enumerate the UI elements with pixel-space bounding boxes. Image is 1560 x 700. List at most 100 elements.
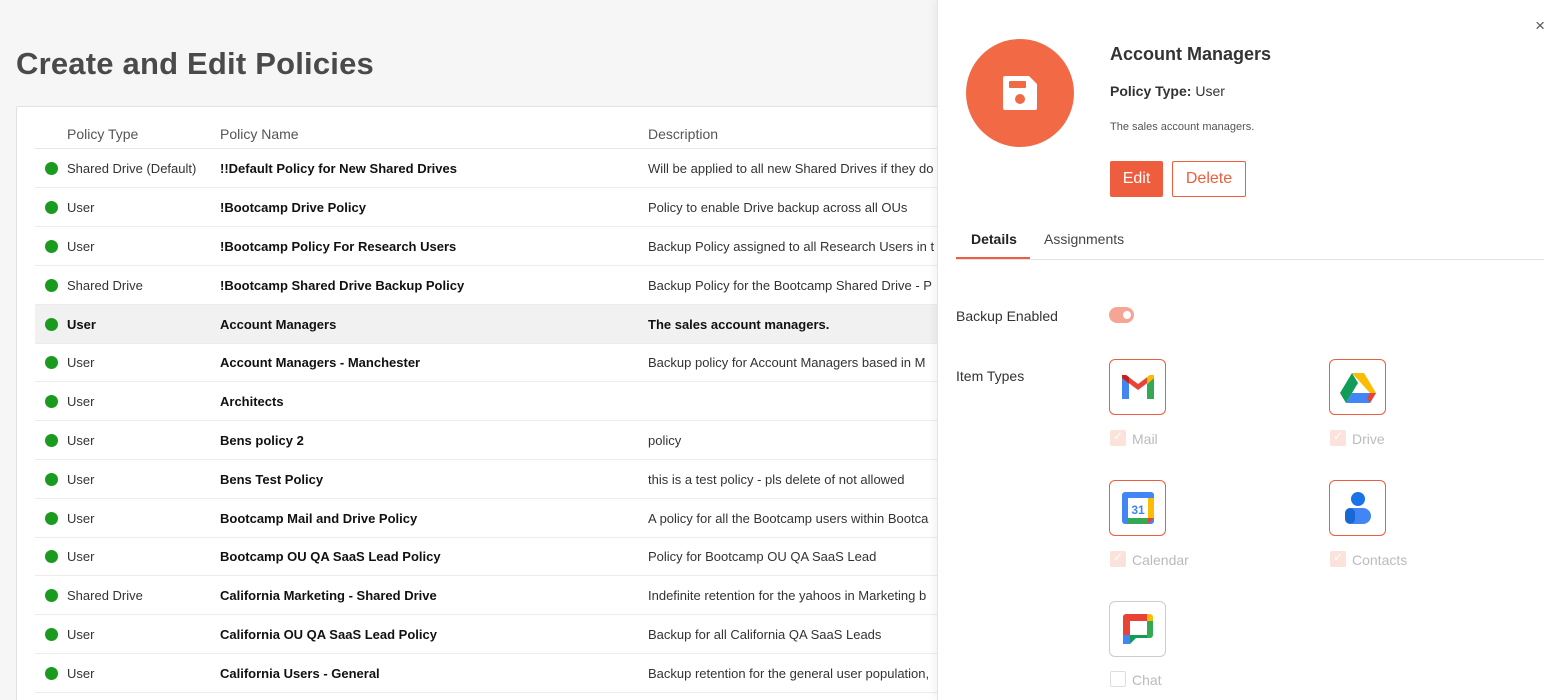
save-icon — [1003, 76, 1037, 110]
row-description: Backup for all California QA SaaS Leads — [648, 627, 882, 642]
row-policy-type: User — [67, 200, 95, 215]
google-drive-icon — [1339, 373, 1376, 403]
row-policy-type: Shared Drive — [67, 278, 143, 293]
row-policy-type: User — [67, 627, 95, 642]
row-policy-type: User — [67, 472, 95, 487]
item-types-label: Item Types — [956, 368, 1025, 384]
row-policy-name: California OU QA SaaS Lead Policy — [220, 627, 437, 642]
close-icon[interactable]: × — [1535, 16, 1545, 36]
tab-active-indicator — [956, 257, 1030, 259]
row-description: Backup retention for the general user po… — [648, 666, 930, 681]
status-dot — [45, 434, 58, 447]
contacts-tile[interactable] — [1329, 480, 1386, 536]
google-chat-icon — [1122, 614, 1153, 644]
row-description: The sales account managers. — [648, 317, 830, 332]
status-dot — [45, 356, 58, 369]
status-dot — [45, 240, 58, 253]
calendar-tile[interactable]: 31 — [1109, 480, 1166, 536]
policy-type-label: Policy Type: — [1110, 83, 1192, 99]
row-policy-name: Bootcamp Mail and Drive Policy — [220, 511, 418, 526]
policy-description: The sales account managers. — [1110, 121, 1255, 133]
table-row[interactable]: User Bootcamp OU QA SaaS Lead Policy Pol… — [35, 537, 955, 576]
row-description: Policy for Bootcamp OU QA SaaS Lead — [648, 549, 877, 564]
table-row[interactable]: User California Users - General Backup r… — [35, 654, 955, 693]
row-policy-name: Account Managers — [220, 317, 337, 332]
row-policy-type: User — [67, 433, 95, 448]
google-contacts-icon — [1344, 492, 1371, 524]
table-row[interactable]: Shared Drive California Marketing - Shar… — [35, 576, 955, 615]
row-policy-type: User — [67, 511, 95, 526]
status-dot — [45, 589, 58, 602]
row-policy-name: !!Default Policy for New Shared Drives — [220, 161, 457, 176]
status-dot — [45, 395, 58, 408]
row-policy-name: !Bootcamp Policy For Research Users — [220, 239, 457, 254]
header-description[interactable]: Description — [648, 126, 718, 142]
table-row[interactable]: User Architects — [35, 382, 955, 421]
table-row[interactable]: User California OU QA SaaS Lead Policy B… — [35, 615, 955, 654]
row-policy-name: Account Managers - Manchester — [220, 355, 421, 370]
backup-enabled-toggle[interactable] — [1109, 307, 1134, 323]
row-policy-name: !Bootcamp Drive Policy — [220, 200, 366, 215]
row-description: Backup policy for Account Managers based… — [648, 355, 926, 370]
row-policy-name: !Bootcamp Shared Drive Backup Policy — [220, 278, 465, 293]
page-title: Create and Edit Policies — [16, 46, 374, 81]
row-description: Policy to enable Drive backup across all… — [648, 200, 908, 215]
contacts-label: Contacts — [1352, 552, 1408, 568]
row-policy-type: User — [67, 666, 95, 681]
table-row[interactable]: User Bootcamp Mail and Drive Policy A po… — [35, 499, 955, 538]
chat-label: Chat — [1132, 672, 1162, 688]
status-dot — [45, 512, 58, 525]
table-row[interactable]: User Bens Test Policy this is a test pol… — [35, 460, 955, 499]
tab-details[interactable]: Details — [971, 231, 1017, 247]
calendar-day-text: 31 — [1131, 503, 1145, 517]
chat-tile[interactable] — [1109, 601, 1166, 657]
row-policy-type: Shared Drive — [67, 588, 143, 603]
row-policy-name: Bens Test Policy — [220, 472, 324, 487]
row-description: A policy for all the Bootcamp users with… — [648, 511, 929, 526]
row-policy-name: California Users - General — [220, 666, 380, 681]
chat-checkbox[interactable] — [1110, 671, 1126, 687]
row-description: Backup Policy assigned to all Research U… — [648, 239, 935, 254]
table-header: Policy Type Policy Name Description — [35, 107, 955, 149]
row-description: Backup Policy for the Bootcamp Shared Dr… — [648, 278, 932, 293]
row-policy-type: Shared Drive (Default) — [67, 161, 197, 176]
drive-checkbox[interactable] — [1330, 429, 1346, 446]
status-dot — [45, 279, 58, 292]
policy-type-value: User — [1195, 83, 1225, 99]
status-dot — [45, 318, 58, 331]
row-description: this is a test policy - pls delete of no… — [648, 472, 905, 487]
drive-tile[interactable] — [1329, 359, 1386, 415]
header-policy-type[interactable]: Policy Type — [67, 126, 138, 142]
table-row[interactable]: Shared Drive (Default) !!Default Policy … — [35, 149, 955, 188]
table-row[interactable]: User !Bootcamp Drive Policy Policy to en… — [35, 188, 955, 227]
mail-tile[interactable] — [1109, 359, 1166, 415]
policy-type: Policy Type: User — [1110, 83, 1225, 99]
table-row[interactable]: User !Bootcamp Policy For Research Users… — [35, 227, 955, 266]
detail-tabs: Details Assignments — [956, 222, 1544, 260]
policy-detail-panel: × Account Managers Policy Type: User The… — [937, 0, 1560, 700]
drive-label: Drive — [1352, 431, 1385, 447]
header-policy-name[interactable]: Policy Name — [220, 126, 299, 142]
gmail-icon — [1121, 375, 1154, 399]
edit-button[interactable]: Edit — [1110, 161, 1163, 197]
row-policy-name: Bootcamp OU QA SaaS Lead Policy — [220, 549, 441, 564]
row-policy-type: User — [67, 549, 95, 564]
table-row[interactable]: Shared Drive !Bootcamp Shared Drive Back… — [35, 266, 955, 305]
tab-assignments[interactable]: Assignments — [1044, 231, 1124, 247]
contacts-checkbox[interactable] — [1330, 550, 1346, 567]
row-policy-type: User — [67, 317, 96, 332]
row-policy-name: Architects — [220, 394, 284, 409]
panel-title: Account Managers — [1110, 44, 1272, 64]
status-dot — [45, 550, 58, 563]
table-row[interactable]: User Bens policy 2 policy — [35, 421, 955, 460]
calendar-checkbox[interactable] — [1110, 550, 1126, 567]
row-policy-type: User — [67, 355, 95, 370]
mail-checkbox[interactable] — [1110, 429, 1126, 446]
table-row[interactable]: User Account Managers - Manchester Backu… — [35, 343, 955, 382]
row-policy-name: Bens policy 2 — [220, 433, 304, 448]
status-dot — [45, 628, 58, 641]
delete-button[interactable]: Delete — [1172, 161, 1246, 197]
table-row-selected[interactable]: User Account Managers The sales account … — [35, 305, 955, 344]
policies-table: Policy Type Policy Name Description Shar… — [16, 106, 956, 700]
row-policy-type: User — [67, 239, 95, 254]
